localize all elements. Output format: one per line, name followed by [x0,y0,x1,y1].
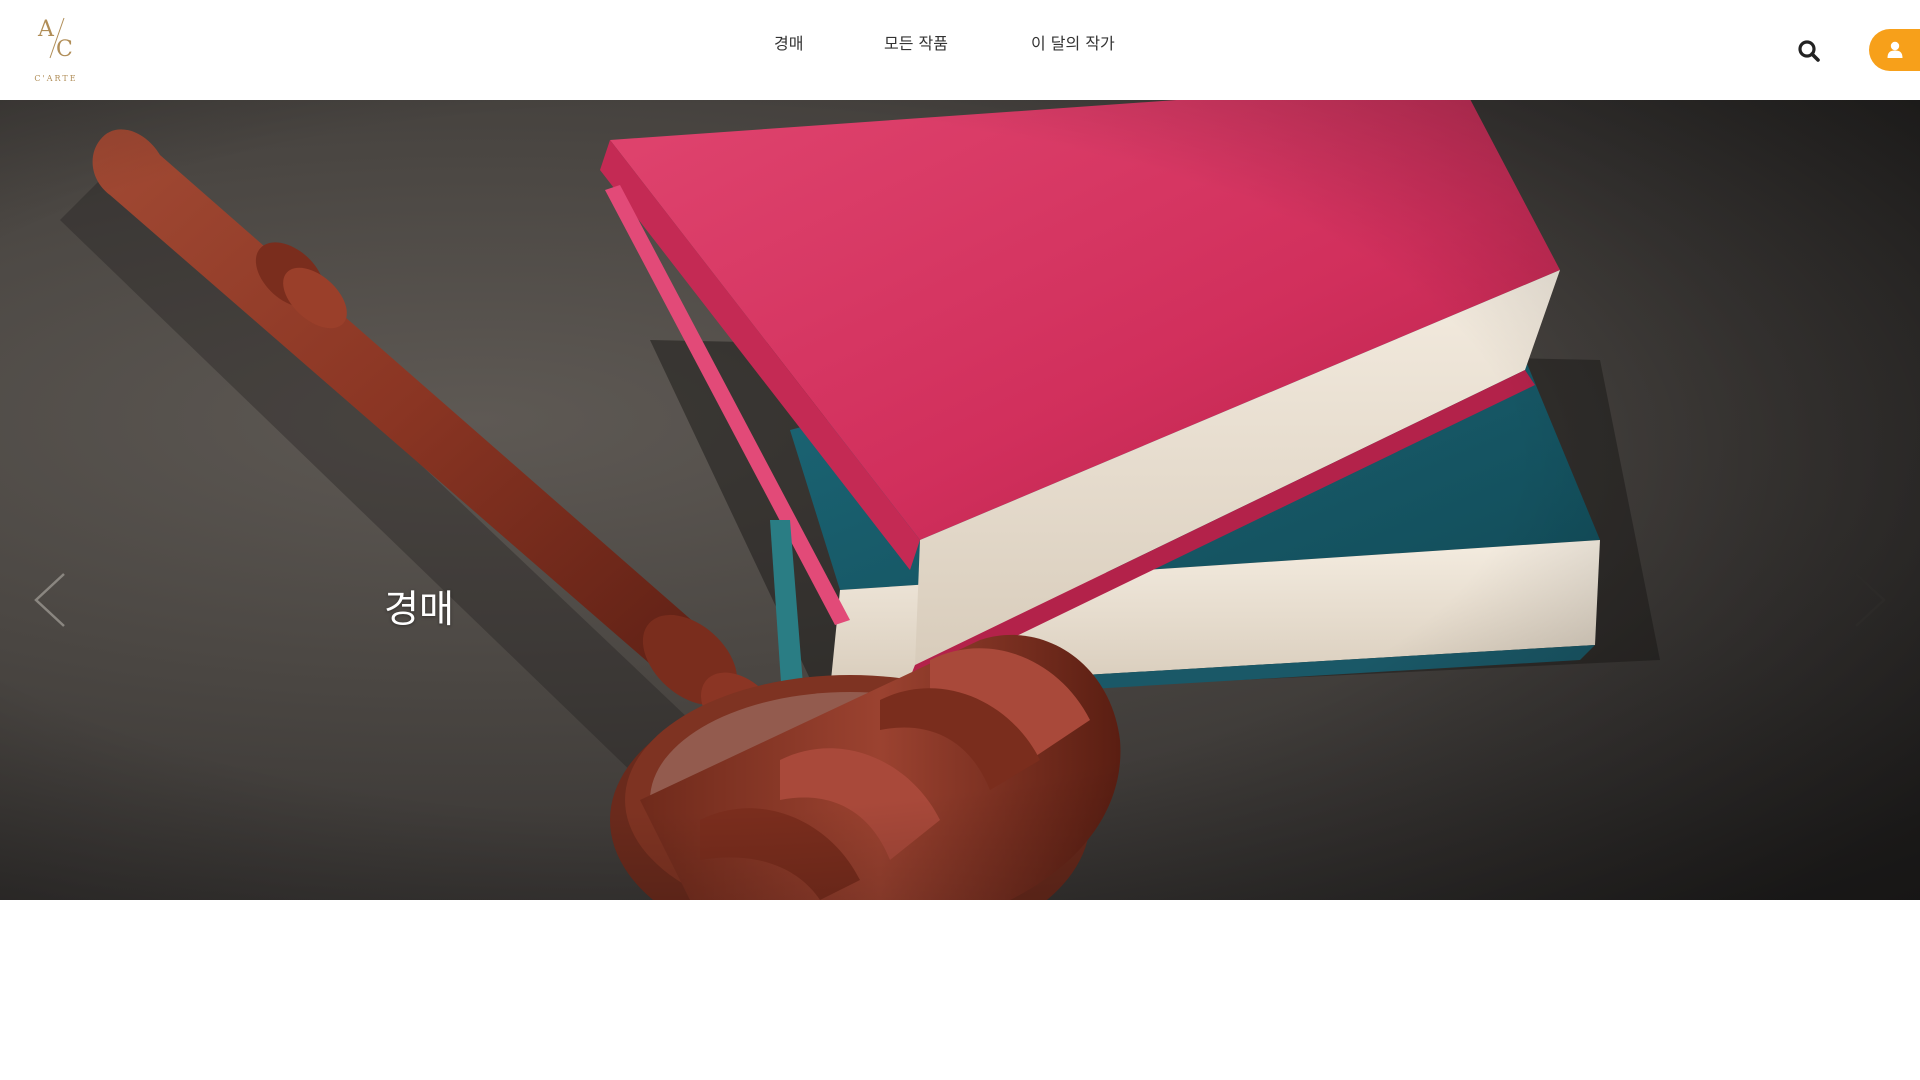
chevron-right-icon [1855,573,1886,627]
hero-carousel: 경매 [0,100,1920,900]
logo-text: C'ARTE [34,74,78,83]
nav-item-auction[interactable]: 경매 [774,30,803,54]
site-header: A C C'ARTE 경매 모든 작품 이 달의 작가 [0,0,1920,100]
chevron-left-icon [34,573,65,627]
carousel-prev-button[interactable] [30,570,70,630]
search-icon [1798,40,1820,62]
search-button[interactable] [1797,39,1823,65]
hero-title: 경매 [384,587,454,631]
main-nav: 경매 모든 작품 이 달의 작가 [0,30,1920,54]
carousel-next-button[interactable] [1850,570,1890,630]
user-icon [1887,41,1903,58]
nav-item-artist-of-month[interactable]: 이 달의 작가 [1031,30,1115,54]
user-account-button[interactable] [1869,29,1920,71]
gavel-and-books-photo [0,100,1920,900]
nav-item-all-works[interactable]: 모든 작품 [884,30,948,54]
